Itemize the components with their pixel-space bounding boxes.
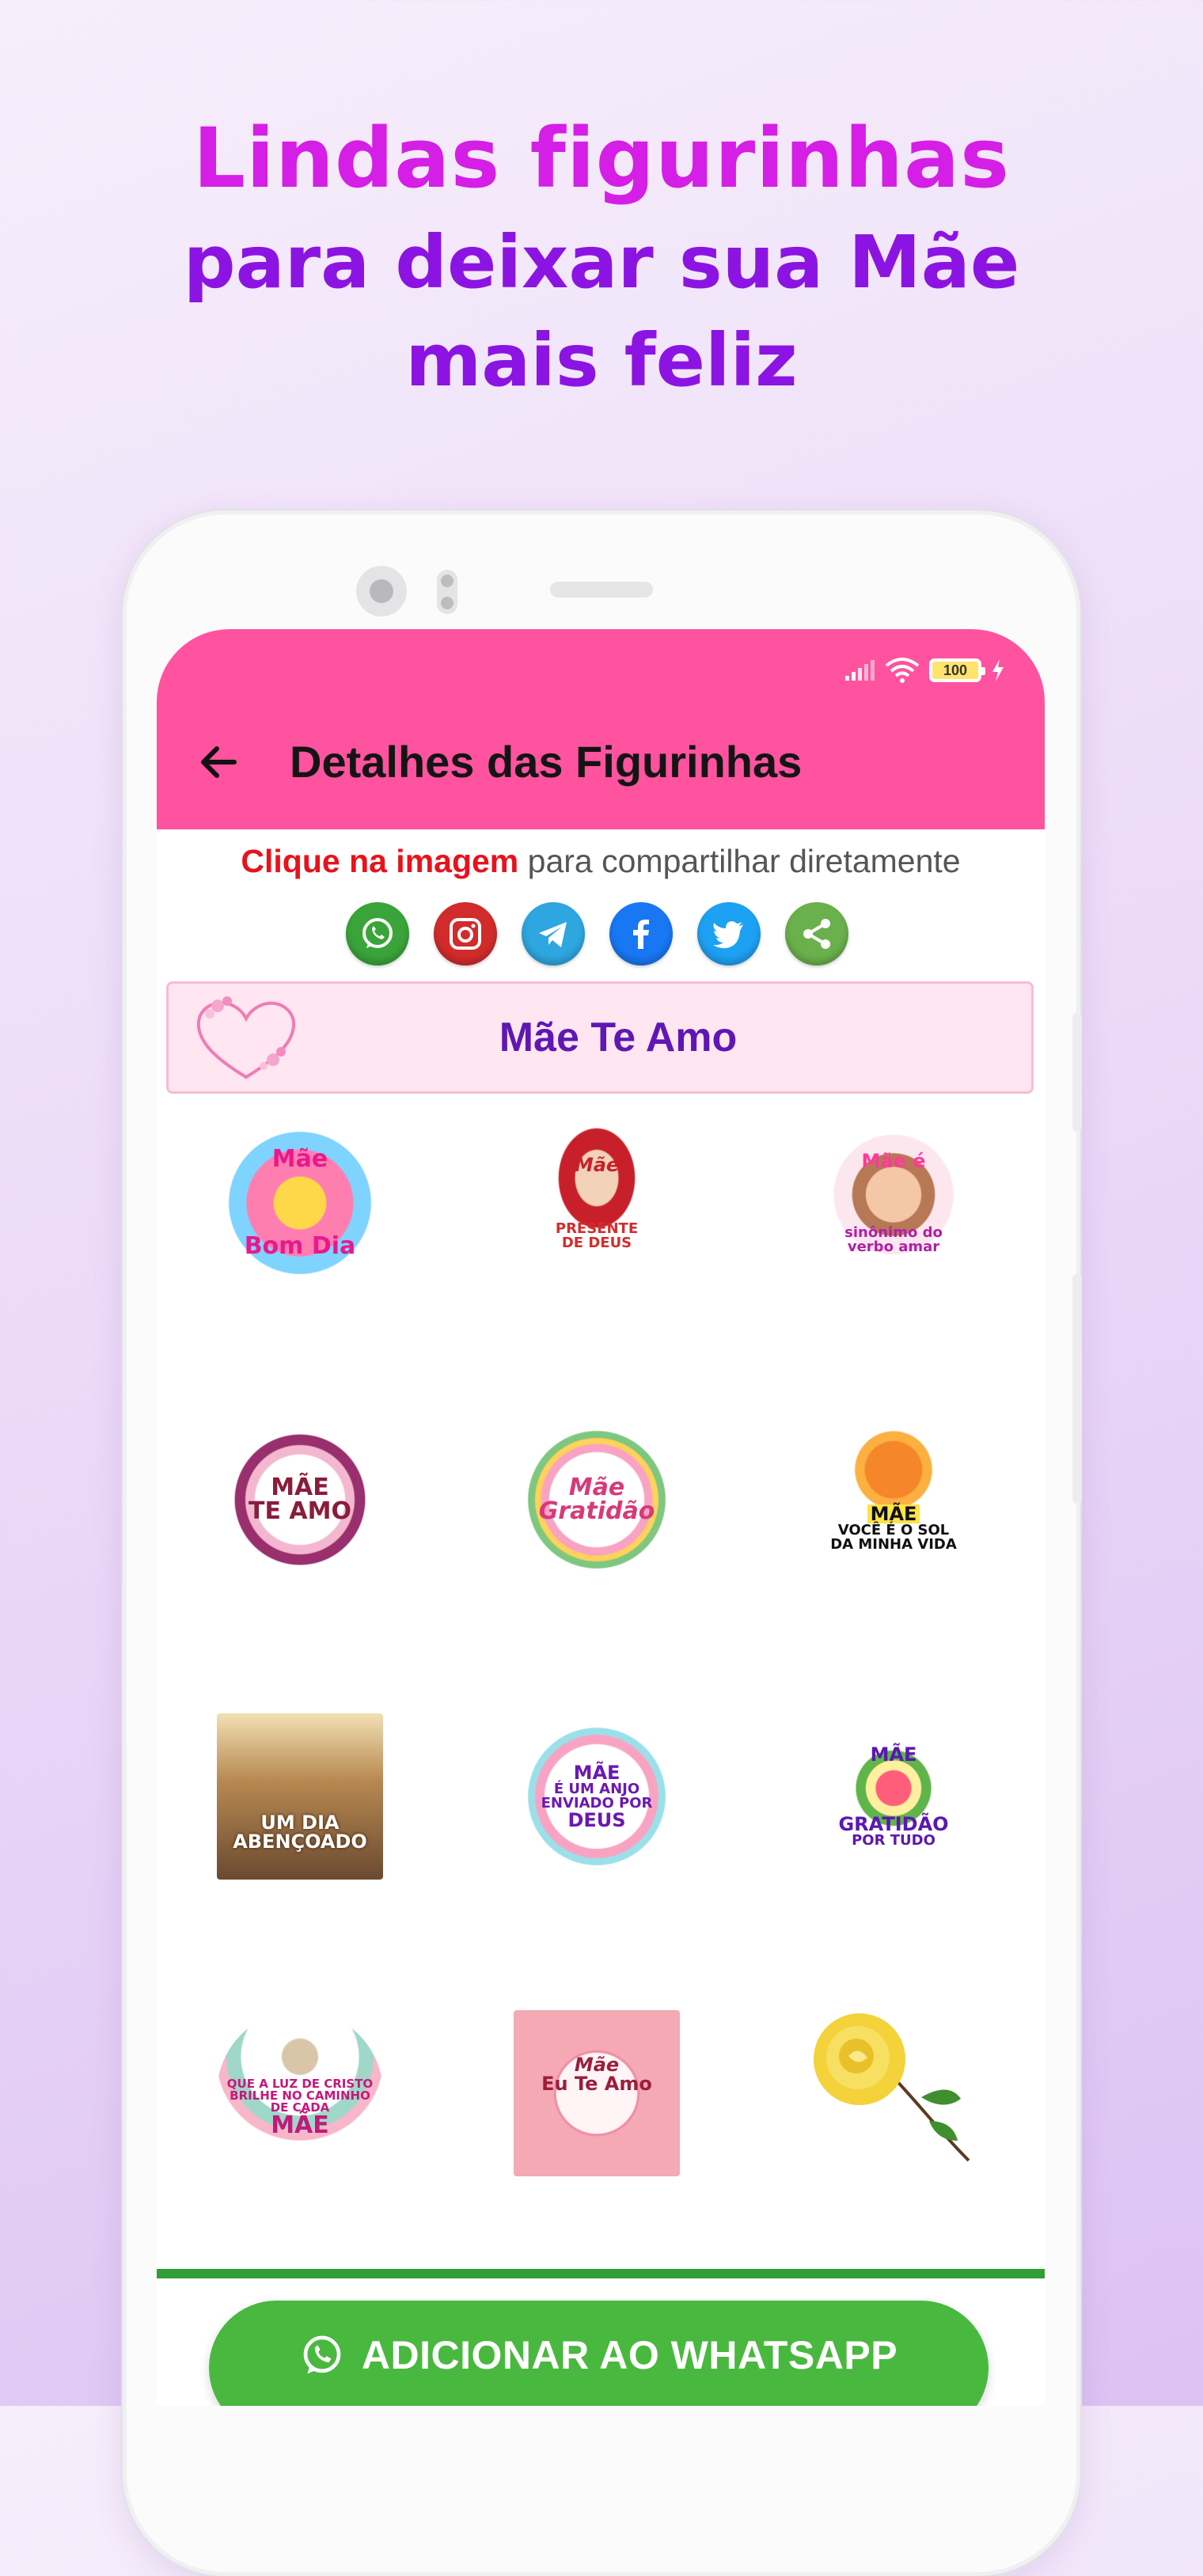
- sticker-text: DA MINHA VIDA: [830, 1536, 957, 1553]
- sticker-text: MÃE: [573, 1762, 620, 1784]
- sticker-text: Mãe: [574, 1154, 620, 1176]
- sticker-item[interactable]: QUE A LUZ DE CRISTO BRILHE NO CAMINHO DE…: [217, 2010, 383, 2176]
- sticker-text: Mãe é: [861, 1150, 926, 1172]
- twitter-icon: [713, 921, 743, 949]
- promo-headline: Lindas figurinhas para deixar sua Mãe ma…: [0, 103, 1203, 410]
- share-generic-button[interactable]: [785, 902, 848, 966]
- status-bar: 100: [844, 654, 1005, 686]
- sticker-image: Mãe Eu Te Amo: [514, 2010, 680, 2176]
- instagram-icon: [450, 918, 481, 950]
- sticker-text: MÃE: [870, 1743, 917, 1766]
- power-button: [1072, 1274, 1082, 1504]
- facebook-icon: [633, 920, 649, 949]
- whatsapp-icon: [303, 2335, 341, 2374]
- sticker-text: Mãe: [574, 2054, 620, 2076]
- telegram-icon: [539, 922, 567, 947]
- share-hint: Clique na imagem para compartilhar diret…: [157, 843, 1045, 880]
- sticker-image: Mãe Bom Dia: [217, 1120, 383, 1286]
- share-telegram-button[interactable]: [522, 902, 585, 966]
- bottom-divider: [157, 2269, 1045, 2278]
- share-twitter-button[interactable]: [697, 902, 761, 966]
- promo-line-1: Lindas figurinhas: [192, 110, 1011, 207]
- share-buttons: [346, 902, 848, 966]
- sticker-text: TE AMO: [249, 1497, 351, 1525]
- sticker-text: DE DEUS: [561, 1235, 632, 1251]
- sticker-item[interactable]: Mãe Eu Te Amo: [514, 2010, 680, 2176]
- sticker-item[interactable]: MÃE VOCÊ É O SOL DA MINHA VIDA: [810, 1417, 977, 1583]
- pack-title: Mãe Te Amo: [499, 1015, 738, 1060]
- sticker-item[interactable]: Mãe Gratidão: [514, 1417, 680, 1583]
- battery-icon: 100: [929, 658, 985, 682]
- sensor-icon: [437, 570, 457, 614]
- sticker-text: DEUS: [567, 1809, 626, 1831]
- sticker-image: MÃE É UM ANJO ENVIADO POR DEUS: [514, 1713, 680, 1880]
- share-facebook-button[interactable]: [609, 902, 673, 966]
- share-instagram-button[interactable]: [434, 902, 497, 966]
- speaker-grille: [550, 582, 653, 598]
- sticker-image: Mãe Gratidão: [514, 1417, 680, 1583]
- sticker-image: MÃE GRATIDÃO POR TUDO: [810, 1713, 977, 1880]
- sticker-text: Eu Te Amo: [541, 2073, 652, 2095]
- add-to-whatsapp-label: ADICIONAR AO WHATSAPP: [361, 2333, 898, 2377]
- arrow-left-icon[interactable]: [195, 738, 242, 786]
- app-screen: 100 Detalhes das Figurinhas Clique na im…: [157, 629, 1045, 2406]
- add-to-whatsapp-button[interactable]: ADICIONAR AO WHATSAPP: [209, 2301, 989, 2406]
- sticker-text: MÃE: [271, 2111, 329, 2139]
- volume-button: [1072, 1013, 1082, 1132]
- sticker-text: UM DIA: [260, 1812, 340, 1834]
- sticker-image: MÃE TE AMO: [217, 1417, 383, 1583]
- sticker-text: MÃE: [867, 1504, 920, 1523]
- sticker-image: MÃE VOCÊ É O SOL DA MINHA VIDA: [810, 1417, 977, 1583]
- whatsapp-icon: [362, 918, 393, 948]
- wifi-icon: [885, 658, 920, 683]
- sticker-item[interactable]: UM DIA ABENÇOADO: [217, 1713, 383, 1880]
- promo-line-3: mais feliz: [405, 318, 798, 403]
- signal-icon: [845, 660, 875, 681]
- sticker-image: QUE A LUZ DE CRISTO BRILHE NO CAMINHO DE…: [217, 2010, 383, 2176]
- sticker-text: POR TUDO: [852, 1832, 935, 1849]
- share-hint-rest: para compartilhar diretamente: [518, 843, 961, 879]
- sticker-image: Mãe é sinônimo do verbo amar: [810, 1120, 977, 1286]
- sticker-image: Mãe PRESENTE DE DEUS: [514, 1120, 680, 1286]
- sticker-item[interactable]: MÃE É UM ANJO ENVIADO POR DEUS: [514, 1713, 680, 1880]
- charging-icon: [992, 659, 1004, 681]
- sticker-text: GRATIDÃO: [838, 1813, 949, 1835]
- camera-icon: [356, 566, 407, 616]
- sticker-text: ABENÇOADO: [233, 1831, 367, 1853]
- sticker-item[interactable]: [810, 2010, 977, 2176]
- sticker-item[interactable]: Mãe é sinônimo do verbo amar: [810, 1120, 977, 1286]
- sticker-text: Mãe: [568, 1474, 625, 1501]
- sticker-item[interactable]: MÃE GRATIDÃO POR TUDO: [810, 1713, 977, 1880]
- sticker-item[interactable]: Mãe PRESENTE DE DEUS: [514, 1120, 680, 1286]
- sticker-image: UM DIA ABENÇOADO: [217, 1713, 383, 1880]
- sticker-item[interactable]: MÃE TE AMO: [217, 1417, 383, 1583]
- share-icon: [803, 919, 830, 949]
- app-bar: 100 Detalhes das Figurinhas: [157, 629, 1045, 829]
- yellow-rose-sticker: [814, 2013, 970, 2162]
- sticker-text: Gratidão: [538, 1497, 655, 1525]
- pack-header: Mãe Te Amo: [166, 981, 1034, 1094]
- sticker-text: Bom Dia: [244, 1232, 356, 1260]
- sticker-item[interactable]: Mãe Bom Dia: [217, 1120, 383, 1286]
- sticker-text: Mãe: [271, 1145, 328, 1173]
- sticker-text: verbo amar: [847, 1239, 940, 1255]
- share-whatsapp-button[interactable]: [346, 902, 409, 966]
- promo-line-2: para deixar sua Mãe: [183, 220, 1020, 305]
- sticker-text: MÃE: [271, 1474, 329, 1501]
- page-title: Detalhes das Figurinhas: [290, 737, 803, 787]
- share-hint-bold: Clique na imagem: [241, 843, 519, 879]
